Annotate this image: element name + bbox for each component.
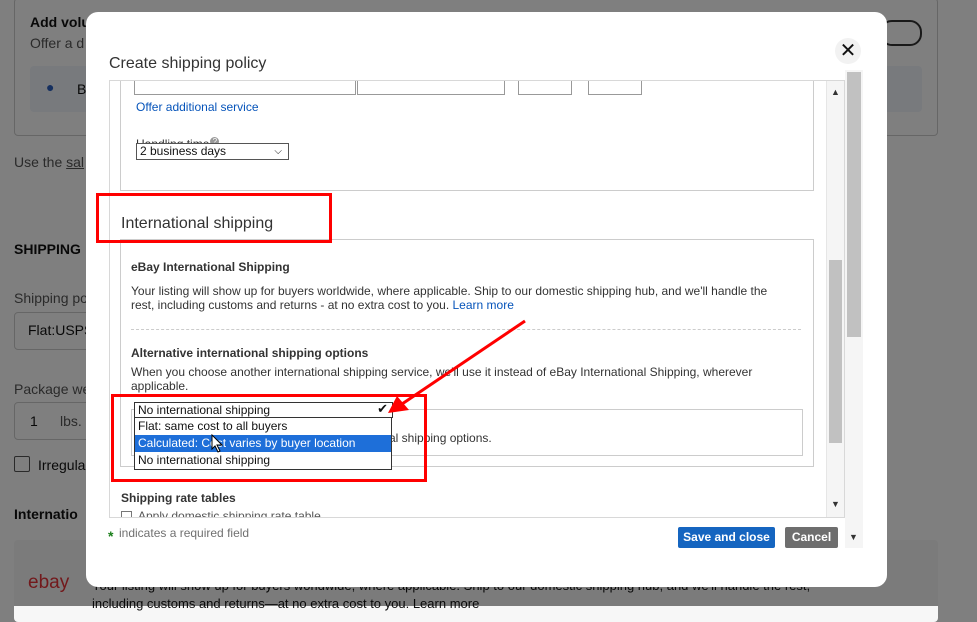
offer-additional-service-link[interactable]: Offer additional service (136, 100, 259, 114)
scroll-down-icon[interactable]: ▼ (831, 499, 840, 509)
ebay-intl-desc-line-1: Your listing will show up for buyers wor… (131, 284, 768, 298)
section-divider (131, 329, 801, 330)
required-star: * (108, 528, 114, 544)
cost-input-2[interactable] (588, 81, 642, 95)
alt-options-heading: Alternative international shipping optio… (131, 346, 369, 360)
modal-scrollbar[interactable] (845, 70, 863, 548)
alt-options-box-text: al shipping options. (389, 431, 492, 445)
learn-more-link[interactable]: Learn more (453, 298, 514, 312)
modal-scroll-down-icon[interactable]: ▼ (849, 532, 858, 542)
ebay-intl-desc-line-2: rest, including customs and returns - at… (131, 298, 514, 312)
form-scrollbar[interactable]: ▲ ▼ (826, 81, 844, 517)
intl-shipping-select[interactable]: No international shipping ✔ (134, 402, 393, 418)
chevron-down-icon: ⌵ (274, 146, 282, 157)
close-icon: ✕ (839, 40, 857, 62)
form-scrollbar-thumb[interactable] (829, 260, 842, 443)
alt-options-desc-line-1: When you choose another international sh… (131, 365, 753, 379)
ebay-intl-heading: eBay International Shipping (131, 260, 290, 274)
handling-time-select[interactable]: 2 business days ⌵ (136, 143, 289, 160)
option-flat[interactable]: Flat: same cost to all buyers (135, 418, 391, 435)
cancel-button[interactable]: Cancel (785, 527, 838, 548)
modal-title: Create shipping policy (109, 55, 267, 72)
modal-scrollbar-thumb[interactable] (847, 72, 861, 337)
close-button[interactable]: ✕ (835, 38, 861, 64)
intl-shipping-options-list[interactable]: Flat: same cost to all buyers Calculated… (134, 417, 392, 470)
international-shipping-title: International shipping (121, 215, 274, 232)
cost-input-1[interactable] (518, 81, 572, 95)
scroll-up-icon[interactable]: ▲ (831, 87, 840, 97)
create-shipping-policy-modal: ✕ Create shipping policy Offer additiona… (86, 12, 887, 587)
policy-form-scroll-area: Offer additional service Handling time? … (109, 80, 845, 518)
save-and-close-button[interactable]: Save and close (678, 527, 775, 548)
option-calculated[interactable]: Calculated: Cost varies by buyer locatio… (135, 435, 391, 452)
rate-table-checkbox-label: Apply domestic shipping rate table (138, 509, 321, 518)
service-select-1[interactable] (134, 81, 356, 95)
domestic-shipping-section: Offer additional service Handling time? … (120, 81, 814, 191)
rate-tables-heading: Shipping rate tables (121, 491, 236, 505)
rate-table-checkbox[interactable] (121, 511, 132, 517)
checkmark-icon: ✔ (377, 401, 388, 416)
service-select-2[interactable] (357, 81, 505, 95)
alt-options-desc-line-2: applicable. (131, 379, 189, 393)
option-no-international[interactable]: No international shipping (135, 452, 391, 469)
required-note: indicates a required field (119, 526, 250, 540)
